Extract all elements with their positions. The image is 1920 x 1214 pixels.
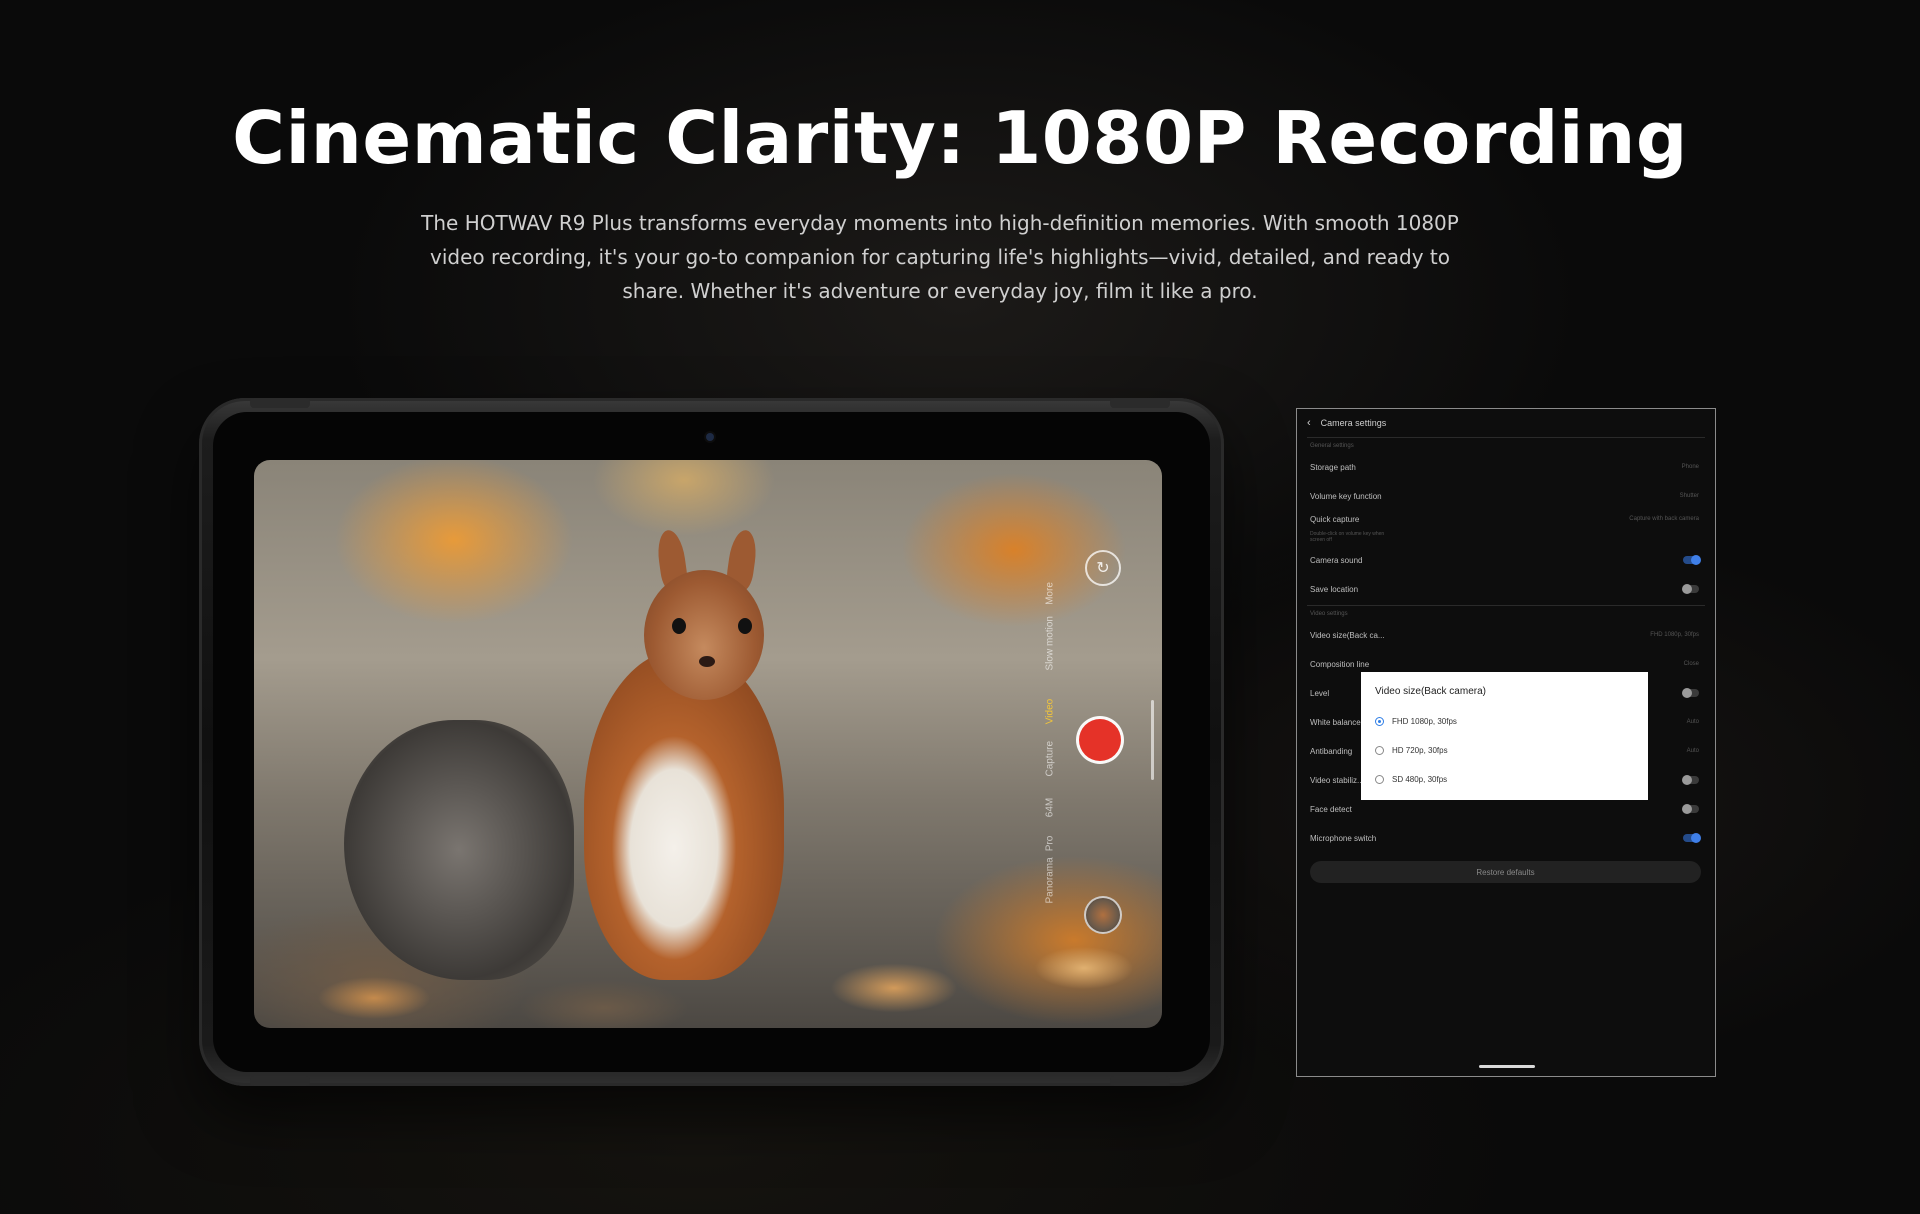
setting-value: Phone <box>1681 464 1699 470</box>
setting-save-location[interactable]: Save location <box>1310 581 1699 597</box>
photo-squirrel-eye <box>738 618 752 634</box>
setting-value: Auto <box>1686 719 1699 725</box>
setting-label: Camera sound <box>1310 555 1363 565</box>
setting-label: Antibanding <box>1310 746 1353 756</box>
setting-label: Video size(Back ca... <box>1310 630 1385 640</box>
radio-unchecked-icon[interactable] <box>1375 746 1384 755</box>
toggle-switch[interactable] <box>1682 775 1699 785</box>
photo-squirrel-head <box>644 570 764 700</box>
setting-label: Microphone switch <box>1310 833 1377 843</box>
option-fhd-1080p[interactable]: FHD 1080p, 30fps <box>1375 717 1457 726</box>
photo-squirrel-eye <box>672 618 686 634</box>
mode-slow-motion[interactable]: Slow motion <box>1045 616 1056 670</box>
tablet-bumper <box>250 1076 310 1086</box>
option-label: HD 720p, 30fps <box>1392 746 1448 755</box>
setting-value: Capture with back camera <box>1629 516 1699 522</box>
toggle-switch[interactable] <box>1682 584 1699 594</box>
setting-value: Auto <box>1686 748 1699 754</box>
record-button[interactable] <box>1079 719 1121 761</box>
restore-defaults-button[interactable]: Restore defaults <box>1310 861 1701 883</box>
video-size-dialog: Video size(Back camera) FHD 1080p, 30fps… <box>1361 672 1648 800</box>
setting-video-size[interactable]: Video size(Back ca... FHD 1080p, 30fps <box>1310 627 1699 643</box>
setting-value: FHD 1080p, 30fps <box>1650 632 1699 638</box>
setting-microphone-switch[interactable]: Microphone switch <box>1310 830 1701 846</box>
tablet-bumper <box>250 398 310 408</box>
photo-squirrel-body <box>584 650 784 980</box>
front-camera-icon <box>706 433 714 441</box>
mode-pro[interactable]: Pro <box>1045 829 1056 859</box>
photo-squirrel-nose <box>699 656 715 667</box>
option-label: SD 480p, 30fps <box>1392 775 1448 784</box>
setting-label: Video stabiliz... <box>1310 775 1364 785</box>
setting-volume-key[interactable]: Volume key function Shutter <box>1310 488 1699 504</box>
section-video: Video settings <box>1310 611 1348 617</box>
mode-64m[interactable]: 64M <box>1045 793 1056 823</box>
tablet-bumper <box>1110 398 1170 408</box>
divider <box>1307 437 1705 438</box>
camera-mode-selector[interactable]: More Slow motion Video Capture 64M Pro P… <box>1035 578 1065 918</box>
toggle-switch[interactable] <box>1683 555 1701 565</box>
setting-storage-path[interactable]: Storage path Phone <box>1310 459 1699 475</box>
mode-more[interactable]: More <box>1045 579 1056 609</box>
setting-label: Quick capture <box>1310 514 1360 524</box>
rotate-camera-icon[interactable]: ↻ <box>1085 550 1121 586</box>
settings-header: ‹ Camera settings <box>1307 417 1386 429</box>
divider <box>1307 605 1705 606</box>
setting-camera-sound[interactable]: Camera sound <box>1310 552 1701 568</box>
radio-checked-icon[interactable] <box>1375 717 1384 726</box>
setting-label: Face detect <box>1310 804 1352 814</box>
toggle-switch[interactable] <box>1683 833 1701 843</box>
hero-description: The HOTWAV R9 Plus transforms everyday m… <box>421 211 1459 303</box>
toggle-switch[interactable] <box>1682 688 1699 698</box>
setting-quick-capture[interactable]: Quick capture Capture with back camera <box>1310 511 1699 527</box>
setting-sublabel: Double-click on volume key when screen o… <box>1310 531 1385 543</box>
mode-video[interactable]: Video <box>1045 697 1056 727</box>
radio-unchecked-icon[interactable] <box>1375 775 1384 784</box>
setting-label: White balance <box>1310 717 1361 727</box>
tablet-bumper <box>1110 1076 1170 1086</box>
setting-value: Shutter <box>1679 493 1699 499</box>
settings-title: Camera settings <box>1320 418 1387 428</box>
zoom-bar[interactable] <box>1151 700 1154 780</box>
setting-composition-line[interactable]: Composition line Close <box>1310 656 1699 672</box>
setting-face-detect[interactable]: Face detect <box>1310 801 1699 817</box>
mode-capture[interactable]: Capture <box>1045 741 1056 777</box>
section-general: General settings <box>1310 443 1354 449</box>
camera-viewfinder[interactable] <box>254 460 1162 1028</box>
setting-label: Storage path <box>1310 462 1356 472</box>
setting-label: Composition line <box>1310 659 1370 669</box>
toggle-switch[interactable] <box>1682 804 1699 814</box>
setting-label: Volume key function <box>1310 491 1382 501</box>
dialog-title: Video size(Back camera) <box>1375 686 1486 697</box>
setting-value: Close <box>1683 661 1699 667</box>
setting-label: Save location <box>1310 584 1359 594</box>
setting-label: Level <box>1310 688 1330 698</box>
back-arrow-icon[interactable]: ‹ <box>1307 417 1311 429</box>
option-sd-480p[interactable]: SD 480p, 30fps <box>1375 775 1447 784</box>
home-indicator[interactable] <box>1479 1065 1535 1068</box>
page-title: Cinematic Clarity: 1080P Recording <box>232 96 1688 180</box>
option-hd-720p[interactable]: HD 720p, 30fps <box>1375 746 1448 755</box>
option-label: FHD 1080p, 30fps <box>1392 717 1457 726</box>
gallery-thumbnail[interactable] <box>1084 896 1122 934</box>
mode-panorama[interactable]: Panorama <box>1045 857 1056 903</box>
